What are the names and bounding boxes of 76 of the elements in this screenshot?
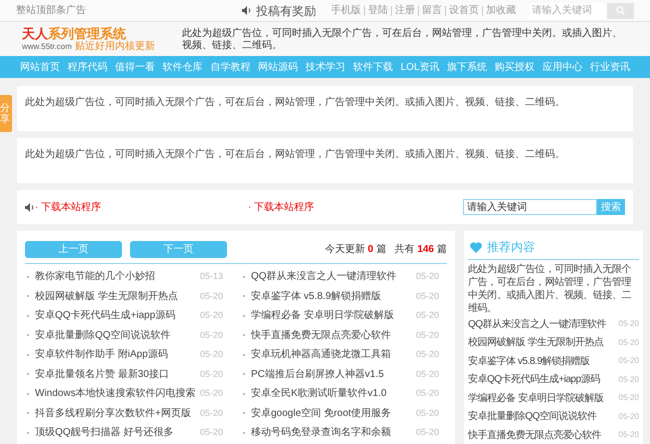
- article-link[interactable]: 学编程必备 安卓明日学院破解版: [251, 308, 394, 324]
- search-icon: [616, 6, 625, 15]
- article-link[interactable]: 顶级QQ靓号扫描器 好号还很多: [35, 425, 174, 440]
- header-ad-text: 此处为超级广告位，可同时插入无限个广告，可在后台，网站管理，广告管理中关闭。或插入图片、视频、链接、二维码。: [182, 26, 623, 52]
- date-text: 05-20: [416, 309, 439, 322]
- date-text: 05-20: [416, 290, 439, 302]
- date-text: 05-20: [618, 336, 639, 349]
- date-text: 05-20: [200, 368, 223, 380]
- date-text: 05-20: [416, 406, 439, 420]
- speaker-icon: [25, 202, 35, 212]
- article-link[interactable]: 安卓批量删除QQ空间说说软件: [468, 409, 597, 424]
- site-url: www.55tr.com: [22, 41, 72, 53]
- date-text: 05-20: [416, 387, 439, 400]
- date-text: 05-20: [200, 309, 223, 322]
- article-link[interactable]: 学编程必备 安卓明日学院破解版: [468, 390, 604, 406]
- article-link[interactable]: Windows本地快速搜索软件闪电搜索: [35, 386, 196, 402]
- article-link[interactable]: 安卓批量领名片赞 最新30接口: [35, 366, 169, 382]
- date-text: 05-20: [618, 318, 639, 330]
- article-link[interactable]: PC端推后台刷屏撩人神器v1.5: [251, 366, 384, 382]
- article-link[interactable]: 安卓软件制作助手 附iApp源码: [35, 347, 168, 362]
- date-text: 05-20: [200, 328, 223, 342]
- article-link[interactable]: 抖音多线程刷分享次数软件+网页版: [35, 406, 191, 421]
- article-link[interactable]: 安卓批量删除QQ空间说说软件: [35, 328, 171, 343]
- article-link[interactable]: QQ群从来没言之人一键清理软件: [251, 269, 397, 284]
- speaker-icon: [242, 6, 252, 15]
- article-link[interactable]: 安卓google空间 免root使用服务: [251, 406, 392, 421]
- today-label: 今天更新: [324, 242, 365, 256]
- slogan: 贴近好用内核更新: [74, 41, 155, 53]
- date-text: 05-20: [200, 348, 223, 361]
- date-text: 05-20: [416, 368, 439, 380]
- article-link[interactable]: 安卓QQ卡死代码生成+iapp源码: [468, 372, 600, 388]
- unit-label: 篇: [437, 242, 447, 256]
- date-text: 05-20: [618, 355, 639, 368]
- article-link[interactable]: 快手直播免费无限点亮爱心软件: [251, 328, 391, 343]
- date-text: 05-20: [416, 270, 439, 283]
- total-count: 146: [417, 242, 434, 256]
- ad-text: 此处为超级广告位，可同时插入无限个广告，可在后台，网站管理，广告管理中关闭。或插入图片、视频、链接、二维码。: [468, 263, 632, 315]
- search-field[interactable]: 请输入关键词: [529, 2, 607, 18]
- article-link[interactable]: 安卓玩机神器高通骁龙微工具箱: [251, 347, 391, 362]
- date-text: 05-20: [200, 426, 223, 439]
- article-link[interactable]: 安卓全民K歌测试听量软件v1.0: [251, 386, 387, 402]
- date-text: 05-20: [200, 290, 223, 302]
- date-text: 05-20: [200, 406, 223, 420]
- article-link[interactable]: 快手直播免费无限点亮爱心软件: [468, 428, 601, 443]
- article-link[interactable]: QQ群从来没言之人一键清理软件: [468, 316, 606, 332]
- unit-label: 篇: [376, 242, 386, 256]
- promo-link[interactable]: 投稿有奖励: [242, 2, 316, 20]
- ad-text: 此处为超级广告位，可同时插入无限个广告，可在后台，网站管理，广告管理中关闭。或插入图片、视频、链接、二维码。: [25, 96, 566, 110]
- date-text: 05-20: [416, 426, 439, 439]
- article-link[interactable]: 教你家电节能的几个小妙招: [35, 269, 155, 284]
- search-button[interactable]: [607, 2, 634, 18]
- today-count: 0: [368, 242, 374, 256]
- download-link[interactable]: · 下载本站程序: [35, 200, 248, 214]
- heart-icon: [470, 242, 482, 252]
- date-text: 05-20: [200, 387, 223, 400]
- ad-text: 此处为超级广告位，可同时插入无限个广告，可在后台，网站管理，广告管理中关闭。或插入图片、视频、链接、二维码。: [25, 148, 566, 162]
- article-link[interactable]: 安卓鉴字体 v5.8.9解锁捐赠版: [468, 354, 590, 369]
- search-field[interactable]: 请输入关键词: [463, 199, 597, 215]
- article-link[interactable]: 移动号码免登录查询名字和余额: [251, 425, 391, 440]
- logo-text: 系列管理系统: [48, 26, 126, 41]
- article-link[interactable]: 校园网破解版 学生无限制开热点: [35, 288, 178, 304]
- article-link[interactable]: 校园网破解版 学生无限制开热点: [468, 335, 604, 350]
- download-link[interactable]: · 下载本站程序: [248, 200, 314, 214]
- total-label: 共有: [394, 242, 414, 256]
- top-ad-text: 整站顶部条广告: [16, 4, 86, 18]
- article-link[interactable]: 安卓鉴字体 v5.8.9解锁捐赠版: [251, 288, 382, 304]
- date-text: 05-20: [416, 328, 439, 342]
- date-text: 05-20: [618, 374, 639, 386]
- date-text: 05-13: [200, 270, 223, 283]
- date-text: 05-20: [618, 410, 639, 423]
- article-link[interactable]: 安卓QQ卡死代码生成+iapp源码: [35, 308, 176, 324]
- date-text: 05-20: [618, 392, 639, 404]
- sidebar-title: 推荐内容: [487, 239, 535, 256]
- date-text: 05-20: [416, 348, 439, 361]
- logo-text: 天人: [22, 26, 48, 41]
- date-text: 05-20: [618, 429, 639, 442]
